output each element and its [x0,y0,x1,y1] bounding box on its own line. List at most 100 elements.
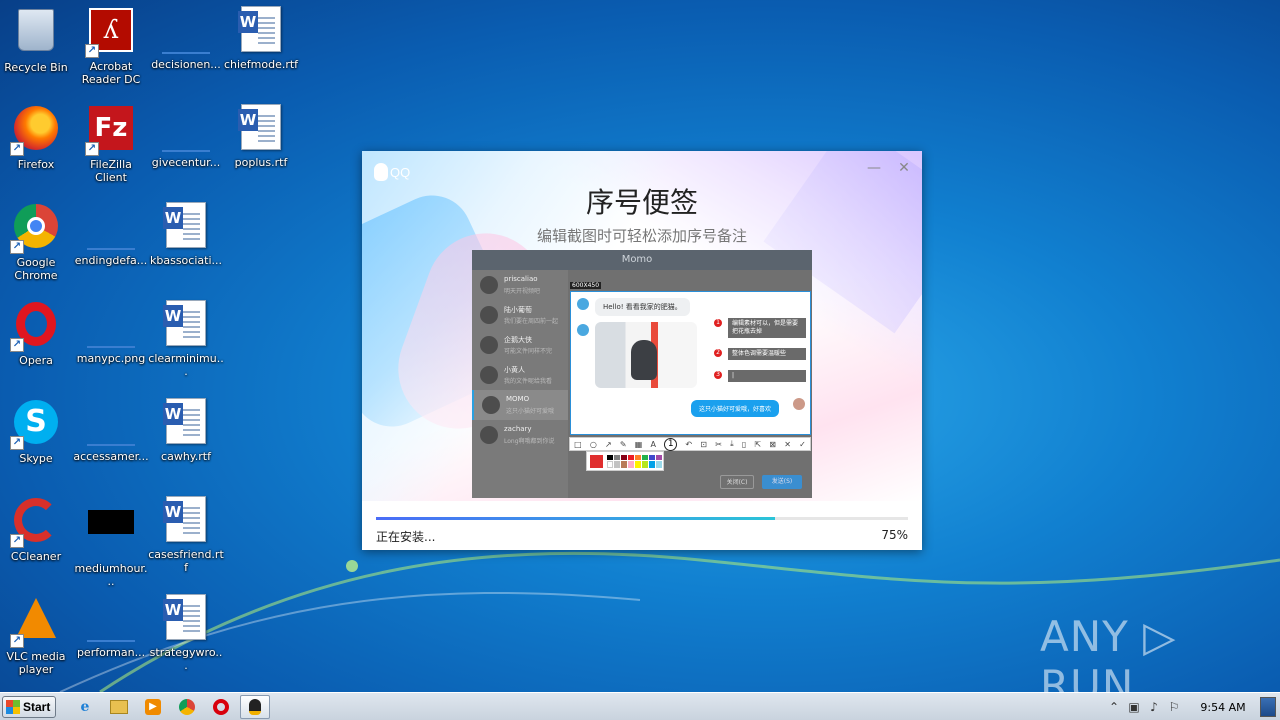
firefox-icon: ↗ [10,106,60,156]
vlc-icon: ↗ [10,598,60,648]
desktop-icon[interactable]: ↗ Opera [0,300,74,367]
windows-logo-icon [6,699,20,714]
desktop-icon[interactable]: mediumhour... [73,496,149,588]
desktop-icon[interactable]: S ↗ Skype [0,398,74,465]
desktop-icon[interactable]: ↗ Google Chrome [0,202,74,282]
recycle-bin-icon [12,9,60,57]
desktop-icon-label: chiefmode.rtf [223,58,299,71]
preview-message-left: Hello! 看看我家的肥猫。 [595,298,690,316]
desktop-icon[interactable]: accessamer... [73,398,149,463]
desktop-icon[interactable]: ↗ Firefox [0,104,74,171]
preview-contact-list: priscaliao 明天开视频吧 陆小葡萄 我们要在周四前一起 企鹅大侠 可能文件同样不… [472,270,568,498]
taskbar-qq-installer-button[interactable] [240,694,270,719]
desktop-icon[interactable]: Wcawhy.rtf [148,398,224,463]
preview-size-tag: 600X450 [570,282,602,289]
desktop-icon-label: clearminimu... [148,352,224,378]
volume-icon[interactable]: ♪ [1144,700,1164,714]
desktop-icon-label: kbassociati... [150,254,222,267]
desktop-icon[interactable]: ↗ VLC media player [0,594,74,676]
preview-contact-message: Long啊哦都到你说 [504,438,555,445]
word-doc-icon: W [162,300,210,348]
desktop-icon-label: strategywro... [149,646,223,672]
preview-avatar [577,298,589,310]
desktop-icon[interactable]: Wcasesfriend.rtf [148,496,224,574]
close-button[interactable]: ✕ [895,159,913,177]
start-button[interactable]: Start [2,695,56,718]
feature-preview-image: Momo priscaliao 明天开视频吧 陆小葡萄 我们要在周四前一起 企鹅大侠 可能… [472,250,812,498]
taskbar-chrome-button[interactable] [172,695,202,719]
taskbar-ie-button[interactable]: e [70,695,100,719]
blank-file-icon [87,202,135,250]
system-tray: ⌃ ▣ ♪ ⚐ 9:54 AM [1104,693,1280,720]
preview-contact-message: 我们要在周四前一起 [504,318,559,325]
preview-contact-name: zachary [504,425,532,433]
desktop-icon[interactable]: Fz ↗ FileZilla Client [73,104,149,184]
preview-contact-name: 陆小葡萄 [504,306,532,314]
desktop-icon[interactable]: Wstrategywro... [148,594,224,672]
shortcut-arrow-icon: ↗ [10,240,24,254]
acrobat-icon: ʎ ↗ [85,8,135,58]
preview-contact-name: 小黄人 [504,366,525,374]
preview-titlebar: Momo [472,250,812,270]
desktop-icon[interactable]: Wpoplus.rtf [223,104,299,169]
taskbar-media-player-button[interactable]: ▶ [138,695,168,719]
shortcut-arrow-icon: ↗ [10,634,24,648]
install-progress-bar [376,517,908,520]
desktop-icon-label: performan... [76,646,146,659]
desktop-icon[interactable]: decisionen... [148,6,224,71]
opera-icon [213,698,229,715]
preview-contact-message: 这只小猫好可爱哦 [506,408,555,415]
desktop-icon-label: casesfriend.rtf [148,548,224,574]
word-doc-icon: W [162,594,210,642]
desktop-icon[interactable]: Recycle Bin [0,6,74,74]
preview-contact-name: MOMO [506,395,530,403]
preview-contact-message: 可能文件同样不完 [504,348,553,355]
desktop-icon-label: Firefox [17,158,55,171]
preview-send-button: 发送(S) [762,475,802,489]
feature-title: 序号便签 [585,186,698,219]
taskbar: Start e ▶ ⌃ ▣ ♪ ⚐ 9:54 AM [0,692,1280,720]
taskbar-explorer-button[interactable] [104,695,134,719]
number-marker-icon: 1 [664,437,678,451]
desktop-icon[interactable]: Wchiefmode.rtf [223,6,299,71]
preview-avatar [793,398,805,410]
word-doc-icon: W [237,104,285,152]
preview-contact: 陆小葡萄我们要在周四前一起 [472,300,568,330]
desktop-icon-label: FileZilla Client [90,158,132,184]
blank-file-icon [87,398,135,446]
desktop-icon-label: Google Chrome [14,256,58,282]
desktop-icon-label: givecentur... [151,156,221,169]
action-center-flag-icon[interactable]: ⚐ [1164,700,1184,714]
desktop-icon[interactable]: ʎ ↗ Acrobat Reader DC [73,6,149,86]
desktop-icon-label: CCleaner [10,550,62,563]
install-progress-fill [376,517,775,520]
install-percent: 75% [881,528,908,542]
shortcut-arrow-icon: ↗ [10,338,24,352]
preview-contact-name: 企鹅大侠 [504,336,532,344]
show-hidden-icons-icon[interactable]: ⌃ [1104,700,1124,714]
desktop-icon-label: VLC media player [6,650,66,676]
network-icon[interactable]: ▣ [1124,700,1144,714]
word-doc-icon: W [237,6,285,54]
blank-file-icon [87,594,135,642]
taskbar-opera-button[interactable] [206,695,236,719]
desktop-icon-label: poplus.rtf [234,156,288,169]
desktop-icon[interactable]: givecentur... [148,104,224,169]
preview-contact: MOMO 这只小猫好可爱哦 [472,390,568,420]
qq-installer-window: QQ — ✕ 序号便签 编辑截图时可轻松添加序号备注 Momo priscali… [362,151,922,550]
desktop-icon[interactable]: Wkbassociati... [148,202,224,267]
clock[interactable]: 9:54 AM [1192,701,1254,714]
skype-icon: S ↗ [10,400,60,450]
show-desktop-button[interactable] [1260,697,1276,717]
desktop-icon[interactable]: Wclearminimu... [148,300,224,378]
desktop-icon[interactable]: manypc.png [73,300,149,365]
preview-contact: zachary Long啊哦都到你说 [472,420,568,450]
desktop-icon[interactable]: performan... [73,594,149,659]
desktop-icon[interactable]: ↗ CCleaner [0,496,74,563]
desktop-icon[interactable]: endingdefa... [73,202,149,267]
minimize-button[interactable]: — [865,159,883,177]
black-file-icon [87,510,135,558]
shortcut-arrow-icon: ↗ [10,534,24,548]
ccleaner-icon: ↗ [10,498,60,548]
preview-contact-avatar [480,306,498,324]
